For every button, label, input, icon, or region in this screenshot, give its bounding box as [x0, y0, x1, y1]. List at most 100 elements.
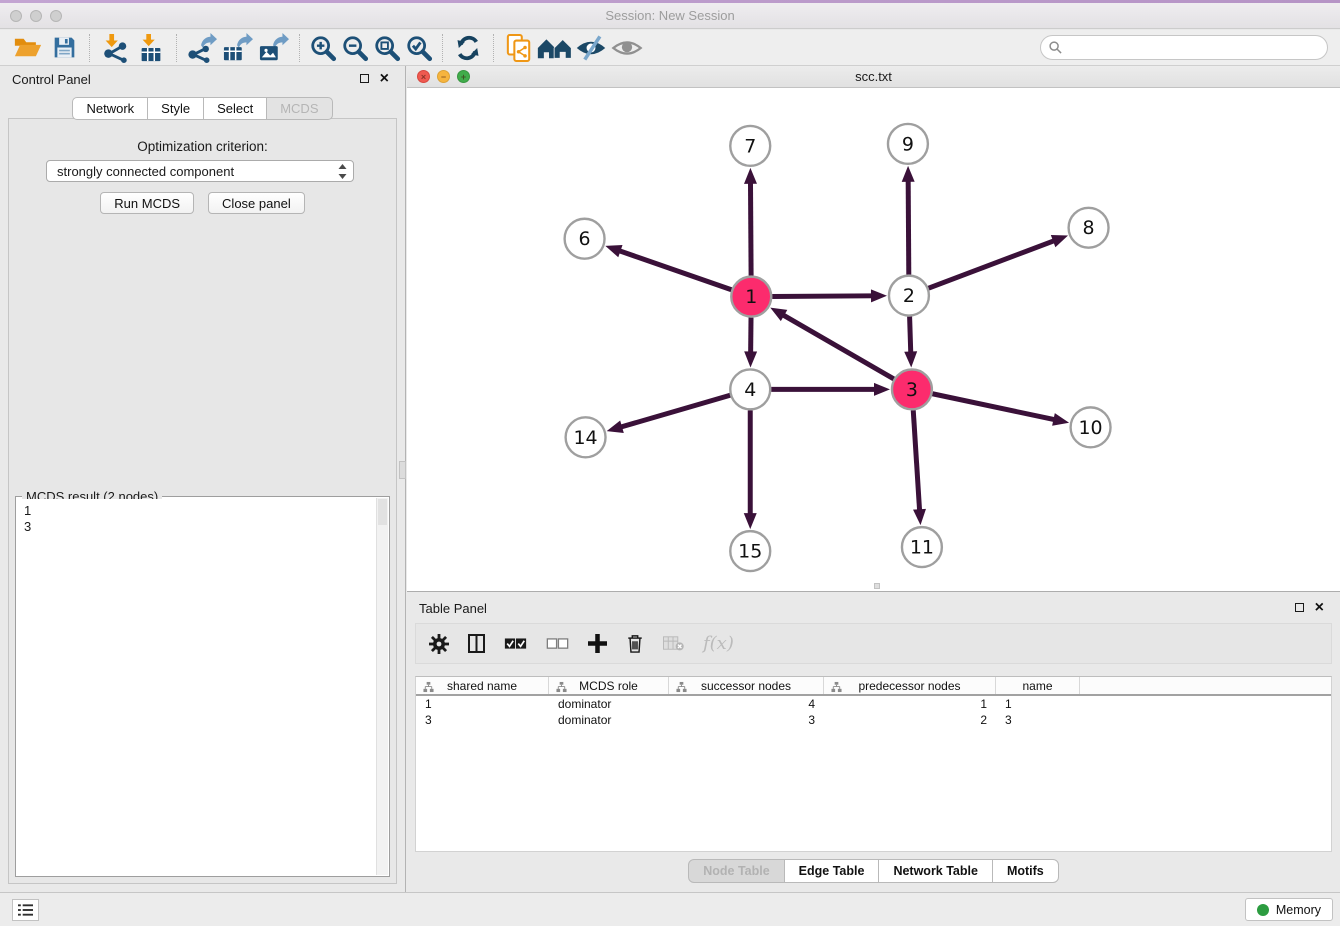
- export-image-icon: [258, 33, 290, 63]
- checked-boxes-icon: [504, 638, 527, 650]
- graph-edge-2-3[interactable]: [910, 317, 911, 354]
- network-minimize-button[interactable]: −: [437, 70, 450, 83]
- column-header-shared-name[interactable]: shared name: [416, 677, 549, 694]
- graph-node-label: 10: [1079, 417, 1103, 439]
- network-overview-button[interactable]: [537, 32, 573, 64]
- trash-icon: [626, 633, 644, 654]
- import-network-icon: [100, 33, 130, 63]
- graph-edge-4-14[interactable]: [620, 395, 730, 427]
- mcds-result-text[interactable]: 13: [17, 499, 375, 875]
- graph-node-label: 1: [745, 286, 757, 308]
- column-header-predecessor-nodes[interactable]: predecessor nodes: [824, 677, 996, 694]
- zoom-window-button[interactable]: [50, 10, 62, 22]
- close-table-panel-icon[interactable]: ×: [1315, 602, 1324, 613]
- export-image-button[interactable]: [256, 32, 292, 64]
- select-all-columns-button[interactable]: [504, 638, 527, 650]
- hide-detail-button[interactable]: [573, 32, 609, 64]
- graph-node-label: 2: [903, 285, 915, 307]
- node-table-body: 1dominator4113dominator323: [416, 696, 1331, 728]
- save-session-button[interactable]: [46, 32, 82, 64]
- tab-style[interactable]: Style: [147, 97, 204, 120]
- table-cell: 4: [669, 697, 824, 711]
- import-table-button[interactable]: [133, 32, 169, 64]
- zoom-in-button[interactable]: [307, 32, 339, 64]
- graph-edge-2-9[interactable]: [908, 180, 909, 275]
- refresh-layout-button[interactable]: [450, 32, 486, 64]
- result-line: 3: [24, 519, 375, 535]
- minimize-window-button[interactable]: [30, 10, 42, 22]
- table-settings-button[interactable]: [429, 634, 449, 654]
- show-detail-button[interactable]: [609, 32, 645, 64]
- graph-node-label: 6: [579, 228, 591, 250]
- tab-mcds[interactable]: MCDS: [266, 97, 332, 120]
- zoom-selected-button[interactable]: [403, 32, 435, 64]
- tab-network-table[interactable]: Network Table: [878, 859, 993, 883]
- add-column-button[interactable]: [588, 634, 607, 653]
- close-window-button[interactable]: [10, 10, 22, 22]
- import-network-button[interactable]: [97, 32, 133, 64]
- table-cell: 1: [416, 697, 549, 711]
- tab-node-table[interactable]: Node Table: [688, 859, 784, 883]
- deselect-all-columns-button[interactable]: [546, 638, 569, 650]
- close-panel-button[interactable]: Close panel: [208, 192, 305, 214]
- column-label: MCDS role: [579, 679, 638, 693]
- delete-column-button[interactable]: [626, 633, 644, 654]
- eye-icon: [611, 36, 643, 60]
- show-columns-button[interactable]: [468, 634, 485, 653]
- table-panel-title: Table Panel: [419, 601, 487, 616]
- tab-select[interactable]: Select: [203, 97, 267, 120]
- table-row[interactable]: 1dominator411: [416, 696, 1331, 712]
- graph-node-label: 8: [1083, 217, 1095, 239]
- graph-edge-2-8[interactable]: [929, 240, 1055, 288]
- clone-network-button[interactable]: [501, 32, 537, 64]
- import-table-icon: [136, 33, 166, 63]
- network-canvas[interactable]: 7968124314101511: [407, 88, 1340, 591]
- task-history-button[interactable]: [12, 899, 39, 921]
- graph-edge-3-1[interactable]: [782, 315, 893, 379]
- optimization-select[interactable]: strongly connected component: [46, 160, 354, 182]
- float-panel-icon[interactable]: [360, 74, 369, 83]
- zoom-fit-button[interactable]: [371, 32, 403, 64]
- function-builder-button[interactable]: f(x): [703, 633, 734, 654]
- graph-edge-1-6[interactable]: [619, 250, 732, 289]
- column-header-mcds-role[interactable]: MCDS role: [549, 677, 669, 694]
- export-table-button[interactable]: [220, 32, 256, 64]
- tab-edge-table[interactable]: Edge Table: [784, 859, 880, 883]
- graph-edge-3-10[interactable]: [932, 394, 1055, 420]
- delete-table-button[interactable]: [663, 636, 684, 651]
- column-header-name[interactable]: name: [996, 677, 1080, 694]
- export-network-button[interactable]: [184, 32, 220, 64]
- network-view-window: × − + scc.txt 7968124314101511: [407, 66, 1340, 592]
- table-row[interactable]: 3dominator323: [416, 712, 1331, 728]
- search-input[interactable]: [1040, 35, 1328, 60]
- network-resize-handle[interactable]: [874, 583, 880, 589]
- graph-edge-3-11[interactable]: [913, 410, 919, 511]
- tab-motifs[interactable]: Motifs: [992, 859, 1059, 883]
- float-table-panel-icon[interactable]: [1295, 603, 1304, 612]
- graph-edge-arrow: [605, 245, 622, 257]
- close-panel-icon[interactable]: ×: [380, 73, 389, 84]
- homes-icon: [537, 35, 573, 61]
- graph-node-label: 9: [902, 133, 914, 155]
- table-cell: 3: [416, 713, 549, 727]
- network-close-button[interactable]: ×: [417, 70, 430, 83]
- select-stepper-icon: [338, 164, 347, 179]
- result-scrollbar-thumb[interactable]: [378, 499, 387, 525]
- table-cell: 1: [996, 697, 1080, 711]
- graph-edge-arrow: [874, 383, 890, 396]
- network-maximize-button[interactable]: +: [457, 70, 470, 83]
- result-scrollbar[interactable]: [376, 498, 388, 875]
- memory-button[interactable]: Memory: [1245, 898, 1333, 921]
- run-mcds-button[interactable]: Run MCDS: [100, 192, 194, 214]
- zoom-out-button[interactable]: [339, 32, 371, 64]
- panel-divider-grip[interactable]: [399, 461, 406, 479]
- column-header-successor-nodes[interactable]: successor nodes: [669, 677, 824, 694]
- graph-node-label: 3: [906, 379, 918, 401]
- graph-edge-1-7[interactable]: [750, 182, 751, 276]
- graph-node-label: 15: [738, 541, 762, 563]
- tab-network[interactable]: Network: [72, 97, 148, 120]
- open-session-button[interactable]: [10, 32, 46, 64]
- graph-edge-1-2[interactable]: [772, 296, 873, 297]
- table-cell: 3: [996, 713, 1080, 727]
- toolbar-separator: [493, 34, 494, 62]
